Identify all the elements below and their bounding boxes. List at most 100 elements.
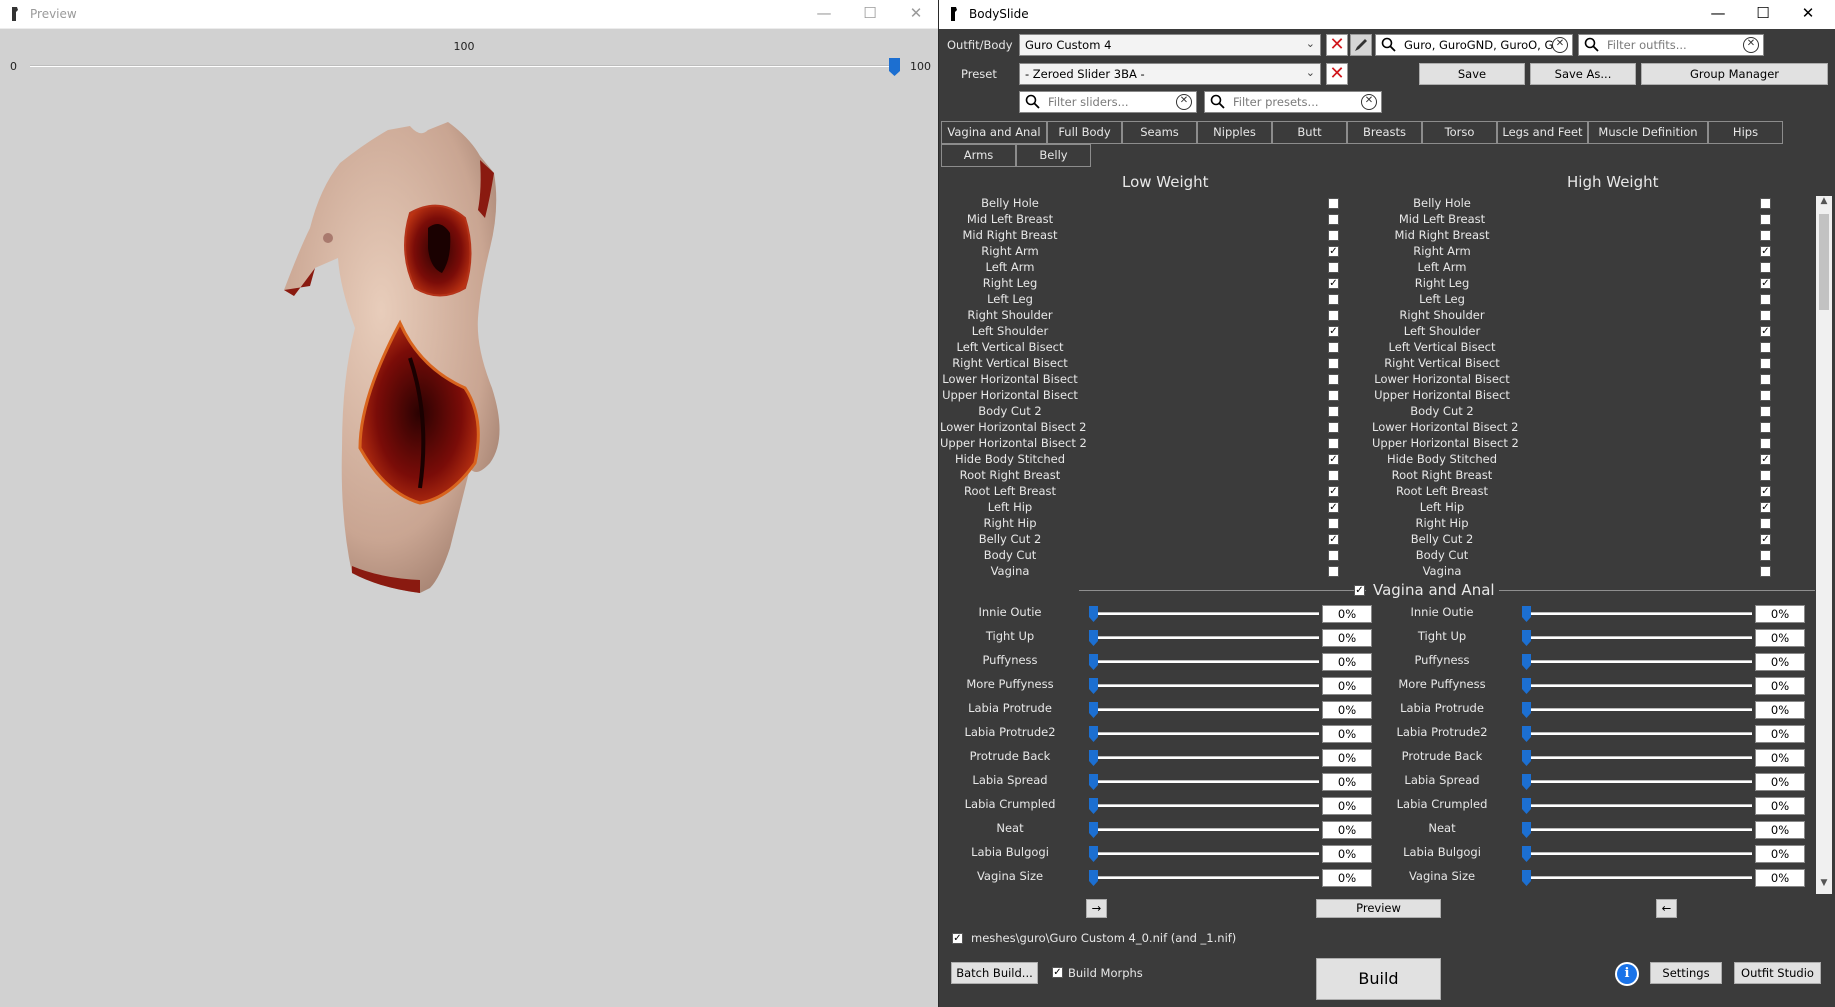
slider-low-value[interactable]: 0% bbox=[1322, 677, 1372, 695]
tab-breasts[interactable]: Breasts bbox=[1347, 121, 1422, 144]
zap-high-checkbox[interactable]: ✓ bbox=[1760, 454, 1771, 465]
zap-low-checkbox[interactable] bbox=[1328, 406, 1339, 417]
slider-low-value[interactable]: 0% bbox=[1322, 653, 1372, 671]
zap-high-checkbox[interactable] bbox=[1760, 422, 1771, 433]
preview-titlebar[interactable]: Preview — ☐ ✕ bbox=[0, 0, 938, 29]
zap-high-checkbox[interactable]: ✓ bbox=[1760, 486, 1771, 497]
slider-high-thumb[interactable] bbox=[1522, 654, 1531, 670]
slider-low-track[interactable] bbox=[1091, 612, 1319, 615]
build-morphs-checkbox[interactable]: ✓ bbox=[1052, 967, 1063, 978]
section-toggle-checkbox[interactable]: ✓ bbox=[1354, 585, 1365, 596]
slider-high-thumb[interactable] bbox=[1522, 606, 1531, 622]
zap-low-checkbox[interactable]: ✓ bbox=[1328, 502, 1339, 513]
zap-high-checkbox[interactable] bbox=[1760, 262, 1771, 273]
settings-button[interactable]: Settings bbox=[1650, 962, 1722, 984]
slider-high-track[interactable] bbox=[1524, 780, 1752, 783]
zap-low-checkbox[interactable]: ✓ bbox=[1328, 326, 1339, 337]
zap-high-checkbox[interactable] bbox=[1760, 342, 1771, 353]
zap-low-checkbox[interactable] bbox=[1328, 374, 1339, 385]
slider-low-thumb[interactable] bbox=[1089, 750, 1098, 766]
zap-high-checkbox[interactable] bbox=[1760, 406, 1771, 417]
outfit-group-filter[interactable]: Guro, GuroGND, GuroO, G ✕ bbox=[1375, 34, 1573, 56]
slider-high-value[interactable]: 0% bbox=[1755, 701, 1805, 719]
slider-low-value[interactable]: 0% bbox=[1322, 797, 1372, 815]
slider-high-value[interactable]: 0% bbox=[1755, 845, 1805, 863]
slider-low-thumb[interactable] bbox=[1089, 846, 1098, 862]
slider-low-track[interactable] bbox=[1091, 828, 1319, 831]
zap-high-checkbox[interactable] bbox=[1760, 214, 1771, 225]
slider-high-value[interactable]: 0% bbox=[1755, 797, 1805, 815]
slider-low-value[interactable]: 0% bbox=[1322, 605, 1372, 623]
slider-low-thumb[interactable] bbox=[1089, 678, 1098, 694]
slider-high-thumb[interactable] bbox=[1522, 798, 1531, 814]
zap-low-checkbox[interactable] bbox=[1328, 342, 1339, 353]
slider-low-track[interactable] bbox=[1091, 732, 1319, 735]
slider-high-value[interactable]: 0% bbox=[1755, 629, 1805, 647]
slider-high-track[interactable] bbox=[1524, 636, 1752, 639]
zap-high-checkbox[interactable] bbox=[1760, 358, 1771, 369]
zap-low-checkbox[interactable] bbox=[1328, 214, 1339, 225]
slider-low-track[interactable] bbox=[1091, 684, 1319, 687]
info-icon[interactable]: i bbox=[1617, 964, 1637, 984]
close-button[interactable]: ✕ bbox=[1786, 0, 1830, 28]
weight-slider-thumb[interactable] bbox=[889, 58, 900, 76]
slider-high-value[interactable]: 0% bbox=[1755, 653, 1805, 671]
slider-high-value[interactable]: 0% bbox=[1755, 869, 1805, 887]
outfit-select[interactable]: Guro Custom 4 ⌄ bbox=[1019, 34, 1321, 56]
zap-low-checkbox[interactable] bbox=[1328, 518, 1339, 529]
zap-high-checkbox[interactable] bbox=[1760, 438, 1771, 449]
tab-hips[interactable]: Hips bbox=[1708, 121, 1783, 144]
minimize-button[interactable]: — bbox=[1696, 0, 1740, 28]
maximize-button[interactable]: ☐ bbox=[1741, 0, 1785, 28]
slider-low-value[interactable]: 0% bbox=[1322, 773, 1372, 791]
slider-low-track[interactable] bbox=[1091, 852, 1319, 855]
zap-low-checkbox[interactable] bbox=[1328, 438, 1339, 449]
slider-high-value[interactable]: 0% bbox=[1755, 677, 1805, 695]
slider-filter-input[interactable]: Filter sliders... ✕ bbox=[1019, 91, 1197, 113]
zap-high-checkbox[interactable] bbox=[1760, 470, 1771, 481]
maximize-button[interactable]: ☐ bbox=[848, 0, 892, 28]
zap-low-checkbox[interactable] bbox=[1328, 390, 1339, 401]
slider-high-thumb[interactable] bbox=[1522, 630, 1531, 646]
zap-low-checkbox[interactable] bbox=[1328, 310, 1339, 321]
preset-filter-input[interactable]: Filter presets... ✕ bbox=[1204, 91, 1382, 113]
preset-select[interactable]: - Zeroed Slider 3BA - ⌄ bbox=[1019, 63, 1321, 85]
zap-low-checkbox[interactable]: ✓ bbox=[1328, 534, 1339, 545]
tab-nipples[interactable]: Nipples bbox=[1197, 121, 1272, 144]
slider-low-value[interactable]: 0% bbox=[1322, 749, 1372, 767]
vertical-scrollbar[interactable]: ▲ ▼ bbox=[1816, 196, 1832, 894]
clear-icon[interactable]: ✕ bbox=[1552, 37, 1568, 53]
body-model-render[interactable] bbox=[280, 118, 610, 668]
copy-right-button[interactable]: → bbox=[1086, 899, 1107, 918]
zap-low-checkbox[interactable]: ✓ bbox=[1328, 278, 1339, 289]
slider-low-thumb[interactable] bbox=[1089, 606, 1098, 622]
save-as-button[interactable]: Save As... bbox=[1530, 63, 1636, 85]
slider-high-thumb[interactable] bbox=[1522, 822, 1531, 838]
weight-slider-track[interactable] bbox=[30, 65, 900, 67]
edit-outfit-button[interactable] bbox=[1350, 34, 1372, 56]
batch-build-button[interactable]: Batch Build... bbox=[951, 962, 1038, 984]
slider-low-value[interactable]: 0% bbox=[1322, 629, 1372, 647]
zap-high-checkbox[interactable]: ✓ bbox=[1760, 246, 1771, 257]
zap-high-checkbox[interactable] bbox=[1760, 518, 1771, 529]
slider-low-value[interactable]: 0% bbox=[1322, 845, 1372, 863]
output-checkbox[interactable]: ✓ bbox=[952, 933, 963, 944]
clear-icon[interactable]: ✕ bbox=[1176, 94, 1192, 110]
zap-high-checkbox[interactable]: ✓ bbox=[1760, 534, 1771, 545]
zap-high-checkbox[interactable]: ✓ bbox=[1760, 278, 1771, 289]
zap-low-checkbox[interactable] bbox=[1328, 566, 1339, 577]
zap-low-checkbox[interactable] bbox=[1328, 262, 1339, 273]
slider-low-value[interactable]: 0% bbox=[1322, 701, 1372, 719]
tab-seams[interactable]: Seams bbox=[1122, 121, 1197, 144]
zap-high-checkbox[interactable] bbox=[1760, 230, 1771, 241]
zap-low-checkbox[interactable] bbox=[1328, 294, 1339, 305]
slider-high-track[interactable] bbox=[1524, 804, 1752, 807]
slider-low-track[interactable] bbox=[1091, 756, 1319, 759]
slider-low-value[interactable]: 0% bbox=[1322, 821, 1372, 839]
zap-high-checkbox[interactable]: ✓ bbox=[1760, 326, 1771, 337]
slider-high-track[interactable] bbox=[1524, 660, 1752, 663]
slider-low-track[interactable] bbox=[1091, 876, 1319, 879]
slider-high-track[interactable] bbox=[1524, 756, 1752, 759]
close-button[interactable]: ✕ bbox=[894, 0, 938, 28]
slider-high-track[interactable] bbox=[1524, 852, 1752, 855]
